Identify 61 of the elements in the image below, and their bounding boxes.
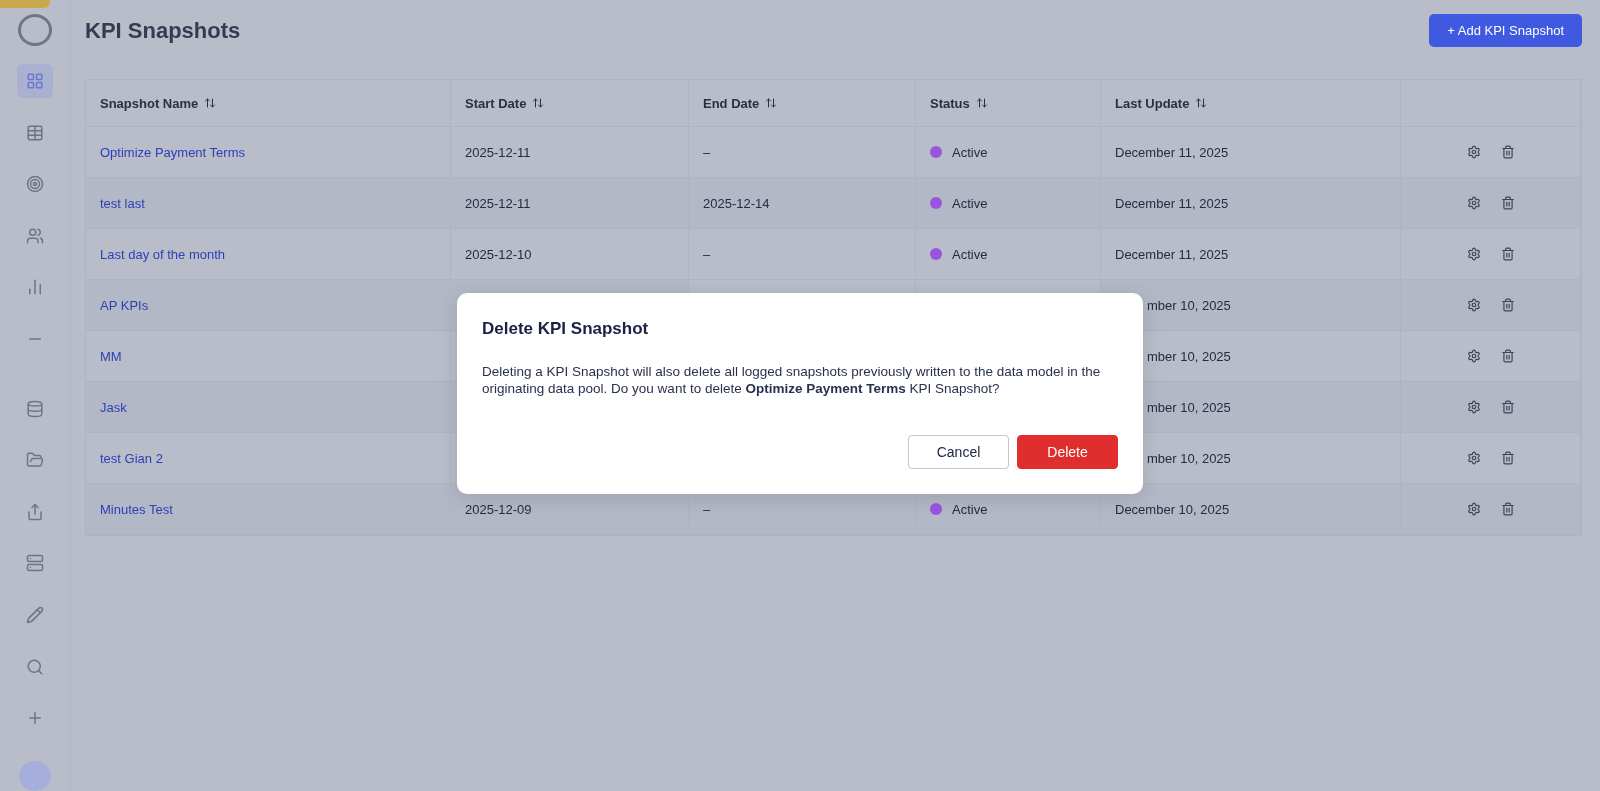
last-update: mber 10, 2025 — [1147, 399, 1231, 415]
sort-icon[interactable] — [1195, 97, 1208, 109]
environment-badge — [0, 0, 50, 8]
start-date: 2025-12-11 — [465, 144, 531, 160]
dialog-title: Delete KPI Snapshot — [482, 319, 650, 339]
settings-icon[interactable] — [1466, 298, 1481, 312]
last-update: December 11, 2025 — [1115, 195, 1229, 211]
status-text: Active — [952, 246, 988, 262]
trash-icon[interactable] — [1500, 298, 1515, 312]
trash-icon[interactable] — [1500, 349, 1515, 363]
snapshot-link[interactable]: MM — [100, 348, 122, 364]
settings-icon[interactable] — [1466, 247, 1481, 261]
page-title: KPI Snapshots — [85, 17, 241, 44]
column-header[interactable]: Start Date — [465, 95, 527, 111]
end-date: – — [703, 144, 711, 160]
status-text: Active — [952, 501, 988, 517]
sort-icon[interactable] — [204, 97, 217, 109]
settings-icon[interactable] — [1466, 451, 1481, 465]
trash-icon[interactable] — [1500, 196, 1515, 210]
snapshot-link[interactable]: Optimize Payment Terms — [100, 144, 245, 160]
end-date: 2025-12-14 — [703, 195, 770, 211]
last-update: December 10, 2025 — [1115, 501, 1230, 517]
end-date: – — [703, 246, 711, 262]
snapshot-link[interactable]: test last — [100, 195, 145, 211]
last-update: mber 10, 2025 — [1147, 297, 1231, 313]
start-date: 2025-12-10 — [465, 246, 532, 262]
trash-icon[interactable] — [1500, 247, 1515, 261]
delete-button[interactable]: Delete — [1017, 435, 1118, 469]
column-header[interactable]: End Date — [703, 95, 760, 111]
sort-icon[interactable] — [532, 97, 545, 109]
snapshot-link[interactable]: Minutes Test — [100, 501, 173, 517]
start-date: 2025-12-11 — [465, 195, 531, 211]
column-header[interactable]: Status — [930, 95, 970, 111]
last-update: December 11, 2025 — [1115, 246, 1229, 262]
sort-icon[interactable] — [975, 97, 988, 109]
snapshot-link[interactable]: Last day of the month — [100, 246, 226, 262]
settings-icon[interactable] — [1466, 349, 1481, 363]
status-text: Active — [952, 144, 988, 160]
start-date: 2025-12-09 — [465, 501, 532, 517]
settings-icon[interactable] — [1466, 400, 1481, 414]
snapshot-link[interactable]: test Gian 2 — [100, 450, 163, 466]
status-text: Active — [952, 195, 988, 211]
dialog-message: Deleting a KPI Snapshot will also delete all logged snapshots previously written to the data model in the originating data pool. Do you want to delete Optimize Payment Terms KPI Snapshot? — [482, 363, 1102, 397]
trash-icon[interactable] — [1500, 400, 1515, 414]
end-date: – — [703, 501, 711, 517]
settings-icon[interactable] — [1466, 196, 1481, 210]
last-update: mber 10, 2025 — [1147, 348, 1231, 364]
trash-icon[interactable] — [1500, 145, 1515, 159]
column-header[interactable]: Snapshot Name — [100, 95, 199, 111]
trash-icon[interactable] — [1500, 451, 1515, 465]
settings-icon[interactable] — [1466, 502, 1481, 516]
settings-icon[interactable] — [1466, 145, 1481, 159]
trash-icon[interactable] — [1500, 502, 1515, 516]
last-update: mber 10, 2025 — [1147, 450, 1231, 466]
snapshot-link[interactable]: Jask — [100, 399, 127, 415]
last-update: December 11, 2025 — [1115, 144, 1229, 160]
sort-icon[interactable] — [765, 97, 778, 109]
column-header[interactable]: Last Update — [1115, 95, 1190, 111]
add-snapshot-button[interactable]: + Add KPI Snapshot — [1429, 14, 1582, 47]
snapshot-link[interactable]: AP KPIs — [100, 297, 149, 313]
cancel-button[interactable]: Cancel — [908, 435, 1009, 469]
